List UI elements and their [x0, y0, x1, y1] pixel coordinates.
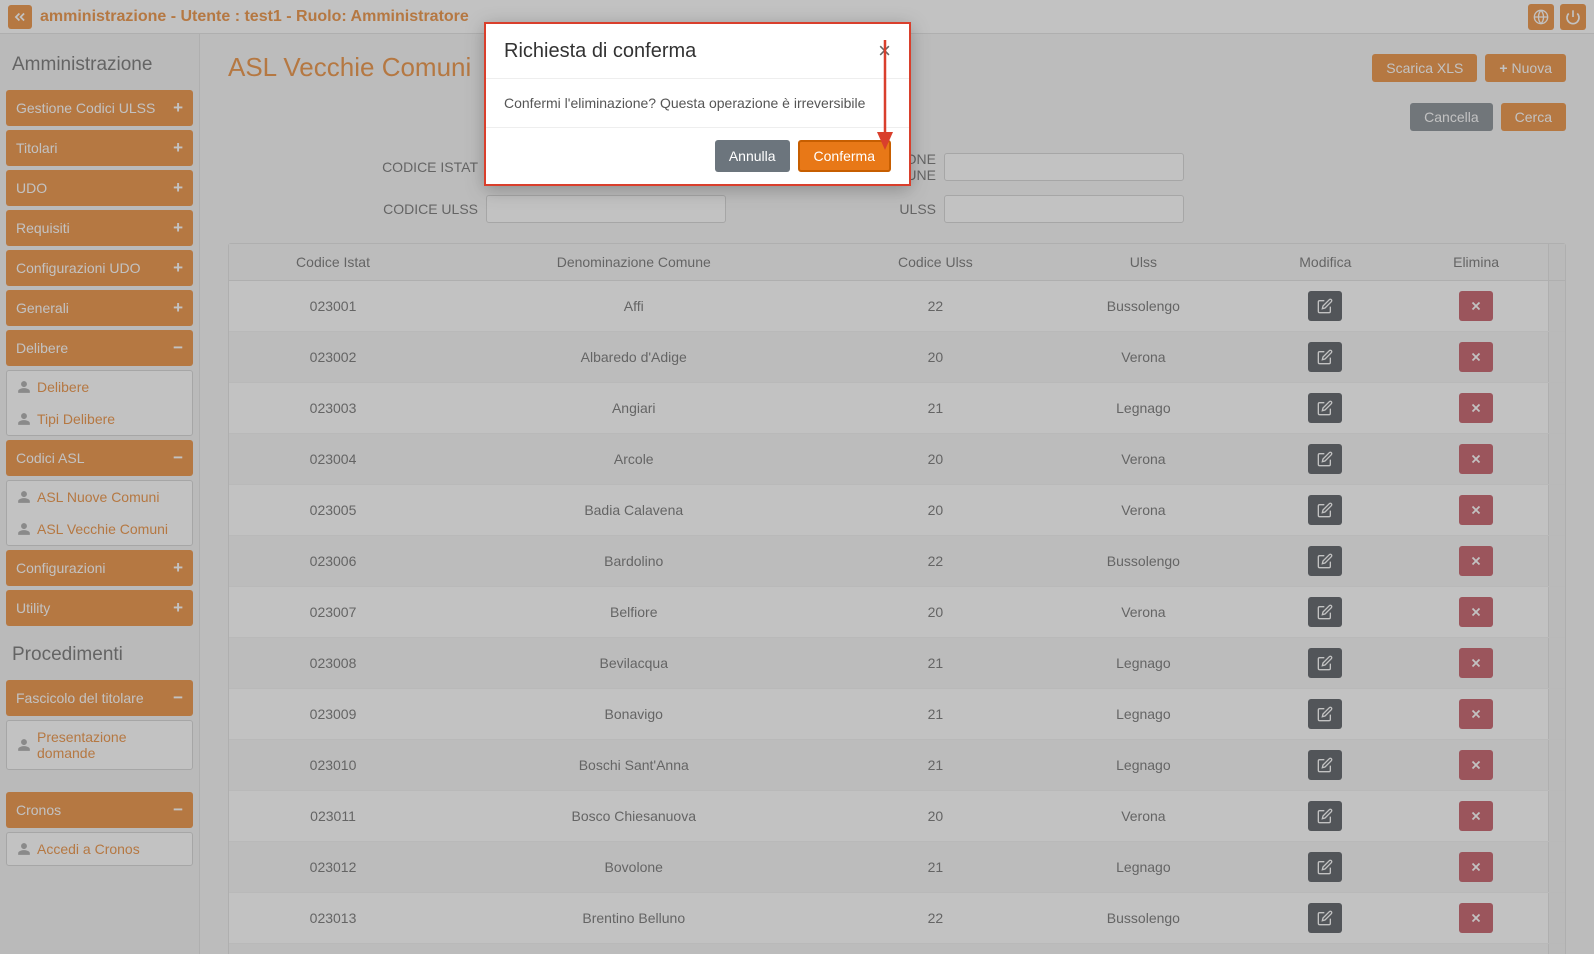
modal-close-button[interactable]: ×	[878, 38, 891, 64]
annulla-button[interactable]: Annulla	[715, 140, 790, 172]
conferma-button[interactable]: Conferma	[798, 140, 891, 172]
confirm-modal: Richiesta di conferma × Confermi l'elimi…	[484, 22, 911, 186]
modal-body: Confermi l'eliminazione? Questa operazio…	[486, 79, 909, 128]
modal-title: Richiesta di conferma	[504, 40, 696, 63]
